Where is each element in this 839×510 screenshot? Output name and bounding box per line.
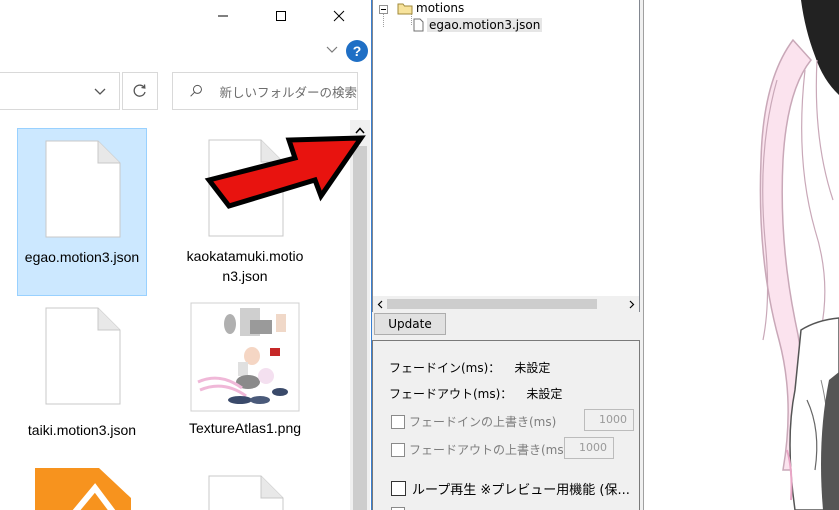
- fade-out-row: フェードアウト(ms)： 未設定: [389, 385, 562, 402]
- file-item[interactable]: taiki.motion3.json: [17, 300, 147, 468]
- file-explorer-window: ? 新しいフォルダーの検索 egao.motion3.json kaokatam…: [0, 0, 372, 510]
- tree-lines: [383, 14, 412, 28]
- file-item[interactable]: TextureAtlas1.png: [180, 300, 310, 468]
- horizontal-scrollbar[interactable]: [373, 296, 639, 312]
- checkbox-box[interactable]: [391, 442, 405, 457]
- document-icon: [45, 307, 121, 405]
- collapse-icon[interactable]: [379, 5, 388, 14]
- search-input[interactable]: 新しいフォルダーの検索: [172, 72, 358, 110]
- override-fade-out-label: フェードアウトの上書き(ms): [409, 443, 569, 457]
- scroll-thumb[interactable]: [387, 299, 597, 309]
- override-fade-in-label: フェードインの上書き(ms): [409, 415, 557, 429]
- fade-out-value: 未設定: [526, 387, 563, 401]
- fade-in-label: フェードイン(ms)：: [389, 361, 501, 375]
- fade-out-override-input[interactable]: 1000: [564, 437, 614, 459]
- document-icon: [208, 475, 284, 510]
- update-button[interactable]: Update: [374, 313, 446, 335]
- refresh-button[interactable]: [122, 72, 158, 110]
- help-button[interactable]: ?: [346, 40, 368, 62]
- fade-in-row: フェードイン(ms)： 未設定: [389, 359, 550, 376]
- maximize-button[interactable]: [258, 0, 304, 32]
- model-preview-canvas[interactable]: [645, 0, 839, 510]
- fade-in-value: 未設定: [514, 361, 551, 375]
- close-button[interactable]: [316, 0, 362, 32]
- file-icon: [413, 18, 424, 32]
- chevron-down-icon: [326, 46, 338, 53]
- motion-tree[interactable]: motions egao.motion3.json: [372, 0, 640, 312]
- tree-node-folder[interactable]: motions: [397, 1, 464, 15]
- file-item[interactable]: [17, 466, 147, 510]
- minimize-icon: [218, 15, 228, 17]
- checkbox-box[interactable]: [391, 481, 406, 496]
- fade-out-label: フェードアウト(ms)：: [389, 387, 513, 401]
- folder-icon: [397, 3, 413, 14]
- file-item[interactable]: [180, 466, 310, 510]
- tree-node-file[interactable]: egao.motion3.json: [413, 18, 543, 32]
- red-arrow-annotation: [204, 135, 366, 209]
- character-model: [759, 0, 839, 510]
- maximize-icon: [276, 11, 286, 21]
- override-fade-out-checkbox[interactable]: フェードアウトの上書き(ms): [391, 441, 568, 458]
- minimize-button[interactable]: [200, 0, 246, 32]
- search-icon: [190, 84, 202, 97]
- file-item[interactable]: egao.motion3.json: [17, 128, 147, 296]
- search-placeholder: 新しいフォルダーの検索: [219, 84, 357, 100]
- document-icon: [45, 140, 121, 238]
- file-name: kaokatamuki.motion3.json: [186, 248, 304, 284]
- file-name: TextureAtlas1.png: [188, 420, 302, 436]
- loop-playback-label: ループ再生 ※プレビュー用機能 (保...: [412, 483, 630, 498]
- scroll-right-button[interactable]: [625, 296, 639, 312]
- motion-settings-group: フェードイン(ms)： 未設定 フェードアウト(ms)： 未設定 フェードインの上書…: [372, 340, 640, 510]
- chevron-right-icon: [629, 300, 635, 308]
- fade-in-override-input[interactable]: 1000: [584, 409, 634, 431]
- scroll-left-button[interactable]: [373, 296, 387, 312]
- address-history-dropdown[interactable]: [90, 82, 110, 102]
- file-name: egao.motion3.json: [24, 249, 140, 265]
- loop-playback-checkbox[interactable]: ループ再生 ※プレビュー用機能 (保...: [391, 479, 630, 498]
- viewer-panel: motions egao.motion3.json Update フェードイン(…: [372, 0, 644, 510]
- app-icon: [35, 468, 131, 510]
- checkbox-box[interactable]: [391, 414, 405, 429]
- image-thumbnail: [190, 302, 300, 412]
- tree-file-label: egao.motion3.json: [427, 18, 543, 32]
- refresh-icon: [133, 84, 146, 97]
- close-icon: [333, 10, 345, 22]
- chevron-down-icon: [94, 88, 106, 95]
- override-fade-in-checkbox[interactable]: フェードインの上書き(ms): [391, 413, 556, 430]
- expand-ribbon-button[interactable]: [322, 40, 342, 60]
- chevron-left-icon: [377, 300, 383, 308]
- tree-folder-label: motions: [416, 1, 465, 15]
- file-name: taiki.motion3.json: [27, 422, 137, 438]
